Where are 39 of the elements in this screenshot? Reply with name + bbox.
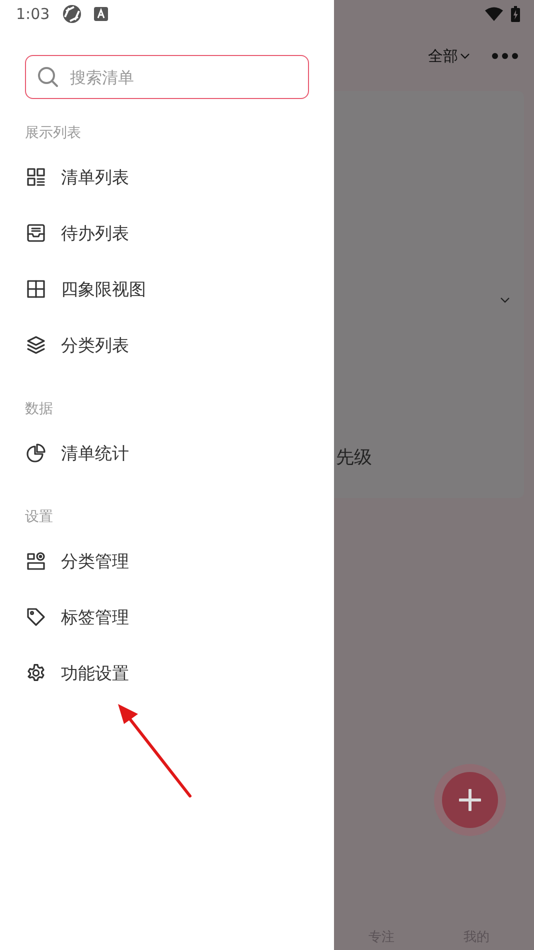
menu-item[interactable]: 分类管理 (0, 533, 334, 589)
plus-icon (459, 789, 481, 811)
status-app-icon (62, 4, 82, 24)
filter-dropdown[interactable]: 全部 (428, 46, 470, 66)
menu-item[interactable]: 分类列表 (0, 317, 334, 373)
section-heading: 数据 (24, 400, 54, 419)
menu-item-label: 待办列表 (61, 222, 129, 244)
menu-item[interactable]: 功能设置 (0, 645, 334, 701)
battery-icon (511, 6, 520, 22)
caret-icon (460, 53, 470, 59)
menu-item[interactable]: 待办列表 (0, 205, 334, 261)
layers-icon (26, 335, 46, 355)
status-time: 1:03 (16, 5, 50, 23)
menu-item-label: 分类列表 (61, 334, 129, 356)
menu-item-label: 标签管理 (61, 606, 129, 628)
menu-item-label: 清单统计 (61, 442, 129, 464)
quadrant-icon (26, 279, 46, 299)
menu-item-label: 分类管理 (61, 550, 129, 572)
menu-item[interactable]: 标签管理 (0, 589, 334, 645)
menu-item-label: 清单列表 (61, 166, 129, 188)
more-icon[interactable] (492, 53, 518, 59)
section-heading: 设置 (24, 508, 54, 527)
settings-icon (26, 663, 46, 683)
inbox-icon (26, 223, 46, 243)
tag-icon (26, 607, 46, 627)
wifi-icon (485, 7, 503, 21)
menu-item[interactable]: 清单列表 (0, 149, 334, 205)
menu-item[interactable]: 四象限视图 (0, 261, 334, 317)
pie-chart-icon (26, 443, 46, 463)
grid-list-icon (26, 167, 46, 187)
search-field[interactable]: 搜索清单 (25, 55, 309, 99)
card-text: 先级 (336, 446, 372, 469)
status-keyboard-icon (94, 7, 108, 21)
section-heading: 展示列表 (24, 124, 82, 143)
chevron-icon (500, 297, 510, 303)
menu-item-label: 四象限视图 (61, 278, 146, 300)
menu-item[interactable]: 清单统计 (0, 425, 334, 481)
category-manage-icon (26, 551, 46, 571)
menu-item-label: 功能设置 (61, 662, 129, 684)
